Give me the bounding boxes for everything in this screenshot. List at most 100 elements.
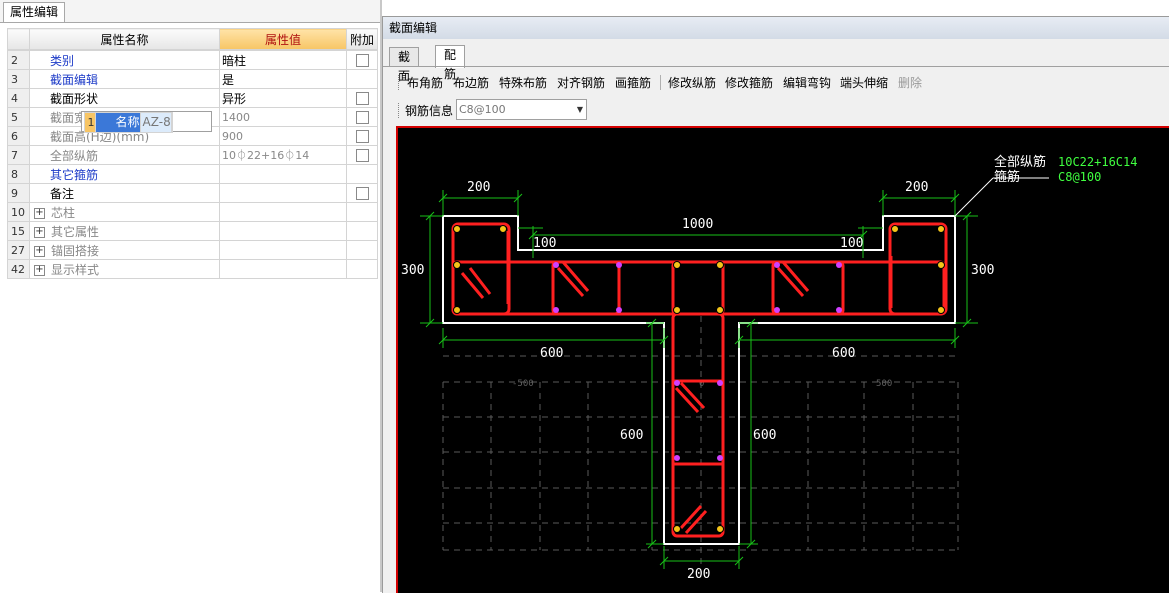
dim-top-left-flange: 200 <box>467 180 490 195</box>
table-row[interactable]: 27 + 锚固搭接 <box>7 240 378 260</box>
edit-hook-button[interactable]: 编辑弯钩 <box>783 74 831 91</box>
property-group[interactable]: + 其它属性 <box>29 221 220 241</box>
header-extra[interactable]: 附加 <box>346 28 378 50</box>
property-value[interactable] <box>219 240 347 260</box>
extra-checkbox[interactable] <box>355 149 369 162</box>
rebar-toolbar: 布角筋 布边筋 特殊布筋 对齐钢筋 画箍筋 修改纵筋 修改箍筋 编辑弯钩 端头伸… <box>383 71 1169 93</box>
special-rebar-button[interactable]: 特殊布筋 <box>499 74 547 91</box>
tab-rebar[interactable]: 配筋 <box>435 45 466 81</box>
end-stretch-button[interactable]: 端头伸缩 <box>840 74 888 91</box>
property-name[interactable]: 其它箍筋 <box>29 164 220 184</box>
left-tab-bar: 属性编辑 <box>0 0 382 23</box>
table-row[interactable]: 1 名称 AZ-8 <box>80 110 212 133</box>
group-label: 显示样式 <box>51 262 100 277</box>
property-value[interactable]: 暗柱 <box>219 50 347 70</box>
chevron-down-icon[interactable]: ▼ <box>577 100 583 119</box>
dim-right-arm: 600 <box>832 346 855 361</box>
tab-property-editor[interactable]: 属性编辑 <box>3 2 66 22</box>
header-property-name[interactable]: 属性名称 <box>29 28 220 50</box>
row-number: 8 <box>7 164 30 184</box>
table-row[interactable]: 9 备注 <box>7 183 378 203</box>
row-number: 27 <box>7 240 30 260</box>
row-number: 15 <box>7 221 30 241</box>
extra-cell <box>346 240 378 260</box>
property-value[interactable]: 10⏀22+16⏀14 <box>219 145 347 165</box>
section-editor-window: 截面编辑 截面 配筋 布角筋 布边筋 特殊布筋 对齐钢筋 画箍筋 修改纵筋 修改… <box>382 16 1169 593</box>
property-name[interactable]: 备注 <box>29 183 220 203</box>
header-row-number <box>7 28 30 50</box>
property-name[interactable]: 类别 <box>29 50 220 70</box>
property-name[interactable]: 截面编辑 <box>29 69 220 89</box>
dim-height-right: 300 <box>971 263 994 278</box>
table-row[interactable]: 2 类别 暗柱 <box>7 50 378 70</box>
extra-checkbox[interactable] <box>355 187 369 200</box>
legend-label-stirrup: 箍筋 <box>994 169 1020 185</box>
row-number: 4 <box>7 88 30 108</box>
table-row[interactable]: 15 + 其它属性 <box>7 221 378 241</box>
extra-cell <box>346 145 378 165</box>
table-row[interactable]: 7 全部纵筋 10⏀22+16⏀14 <box>7 145 378 165</box>
property-name[interactable]: 截面形状 <box>29 88 220 108</box>
extra-cell <box>346 183 378 203</box>
group-label: 其它属性 <box>51 224 100 239</box>
table-row[interactable]: 42 + 显示样式 <box>7 259 378 279</box>
extra-cell <box>346 107 378 127</box>
section-drawing[interactable]: -500 0 500 200 200 1000 100 100 300 300 … <box>398 128 1169 593</box>
property-value[interactable] <box>219 221 347 241</box>
tab-section[interactable]: 截面 <box>389 47 420 83</box>
property-group[interactable]: + 显示样式 <box>29 259 220 279</box>
toolbar-grip[interactable] <box>398 75 401 90</box>
table-row[interactable]: 10 + 芯柱 <box>7 202 378 222</box>
dim-left-arm: 600 <box>540 346 563 361</box>
dim-stem-right: 600 <box>753 428 776 443</box>
align-rebar-button[interactable]: 对齐钢筋 <box>557 74 605 91</box>
dim-height-left: 300 <box>401 263 424 278</box>
edit-stirrup-button[interactable]: 修改箍筋 <box>725 74 773 91</box>
property-name[interactable]: 名称 <box>94 111 141 133</box>
tab-divider <box>383 66 1169 67</box>
drawing-canvas[interactable]: -500 0 500 200 200 1000 100 100 300 300 … <box>396 126 1169 593</box>
dim-stem-width: 200 <box>687 567 710 582</box>
property-value[interactable] <box>219 202 347 222</box>
dim-top-span: 1000 <box>682 217 713 232</box>
property-value[interactable]: 1400 <box>219 107 347 127</box>
property-value[interactable]: AZ-8 <box>139 111 172 133</box>
corner-rebar-button[interactable]: 布角筋 <box>407 74 443 91</box>
table-row[interactable]: 4 截面形状 异形 <box>7 88 378 108</box>
expand-icon[interactable]: + <box>34 226 45 238</box>
property-value[interactable]: 900 <box>219 126 347 146</box>
property-group[interactable]: + 芯柱 <box>29 202 220 222</box>
table-row[interactable]: 8 其它箍筋 <box>7 164 378 184</box>
extra-cell <box>346 126 378 146</box>
edge-rebar-button[interactable]: 布边筋 <box>453 74 489 91</box>
expand-icon[interactable]: + <box>34 207 45 219</box>
extra-cell <box>346 259 378 279</box>
extra-cell <box>346 88 378 108</box>
property-group[interactable]: + 锚固搭接 <box>29 240 220 260</box>
expand-icon[interactable]: + <box>34 264 45 276</box>
table-row[interactable]: 3 截面编辑 是 <box>7 69 378 89</box>
expand-icon[interactable]: + <box>34 245 45 257</box>
property-value[interactable]: 是 <box>219 69 347 89</box>
extra-cell <box>346 202 378 222</box>
property-value[interactable] <box>219 183 347 203</box>
header-property-value[interactable]: 属性值 <box>219 28 347 50</box>
rebar-info-select[interactable]: C8@100 ▼ <box>456 99 587 120</box>
extra-checkbox[interactable] <box>355 111 369 124</box>
property-value[interactable]: 异形 <box>219 88 347 108</box>
edit-longitudinal-button[interactable]: 修改纵筋 <box>668 74 716 91</box>
extra-checkbox[interactable] <box>355 92 369 105</box>
property-value[interactable] <box>219 164 347 184</box>
row-number: 10 <box>7 202 30 222</box>
group-label: 锚固搭接 <box>51 243 100 258</box>
property-name[interactable]: 全部纵筋 <box>29 145 220 165</box>
draw-stirrup-button[interactable]: 画箍筋 <box>615 74 651 91</box>
extra-cell <box>346 50 378 70</box>
delete-button[interactable]: 删除 <box>898 74 922 91</box>
background-grid <box>442 316 959 566</box>
row-number: 42 <box>7 259 30 279</box>
extra-cell <box>346 69 378 89</box>
property-value[interactable] <box>219 259 347 279</box>
extra-checkbox[interactable] <box>355 54 369 67</box>
extra-checkbox[interactable] <box>355 130 369 143</box>
